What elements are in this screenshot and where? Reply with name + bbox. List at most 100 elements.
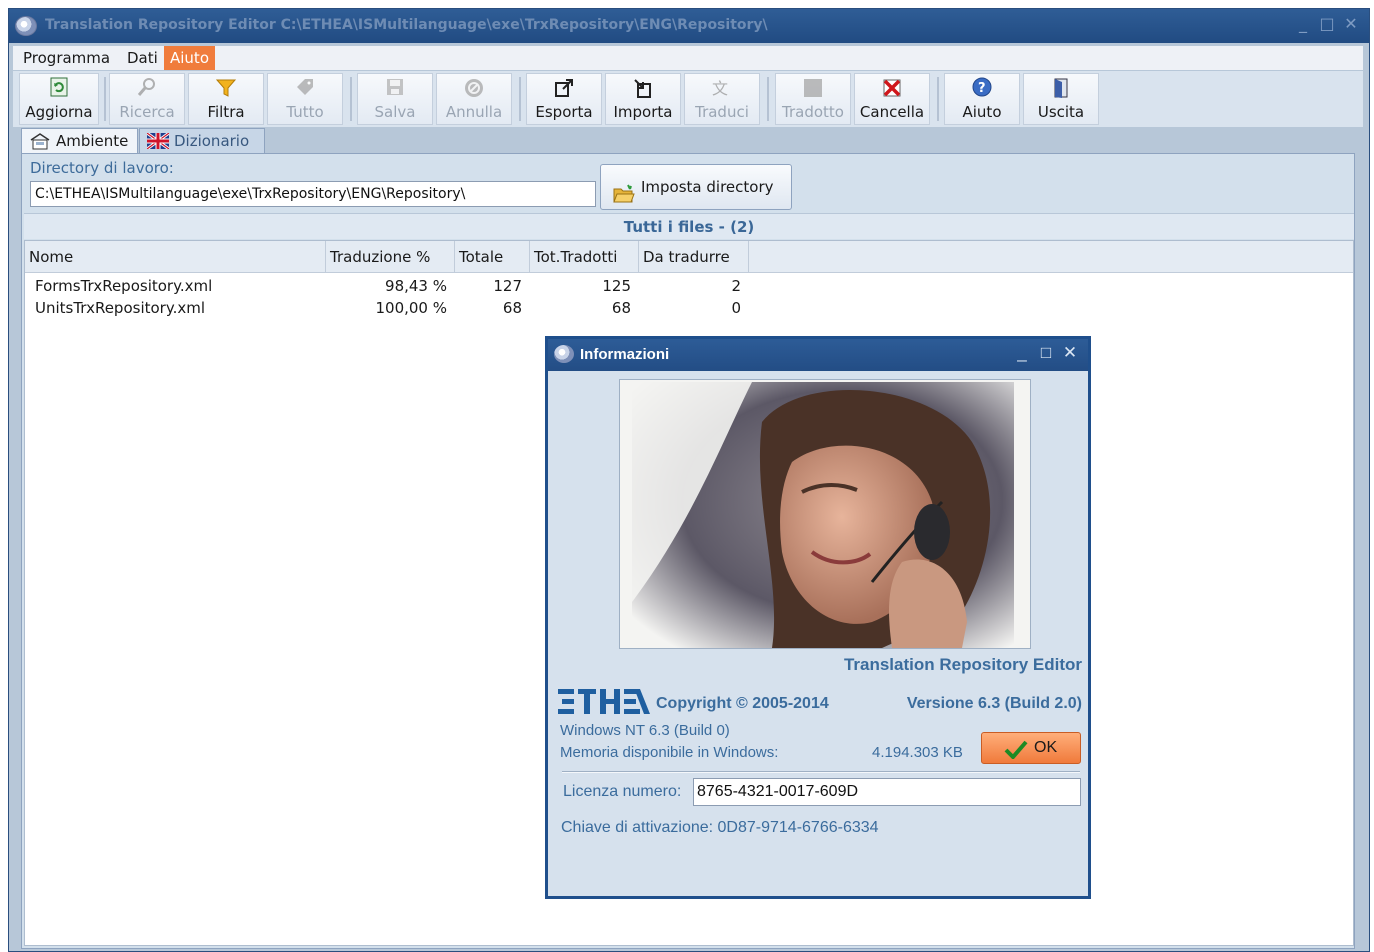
minimize-button[interactable]: _ (1295, 14, 1311, 33)
about-dialog: Informazioni _ □ ✕ Translation Repositor… (545, 336, 1091, 899)
dialog-close-button[interactable]: ✕ (1062, 343, 1078, 363)
cell-translation-percent: 100,00 % (375, 299, 447, 317)
set-directory-label: Imposta directory (641, 178, 774, 196)
tab-ambiente-label: Ambiente (56, 132, 129, 150)
app-icon (554, 345, 574, 363)
tab-ambiente[interactable]: Ambiente (21, 128, 138, 154)
search-button[interactable]: Ricerca (109, 73, 185, 125)
tab-dizionario[interactable]: Dizionario (139, 128, 265, 154)
refresh-icon (20, 77, 98, 103)
grid-header: Nome Traduzione % Totale Tot.Tradotti Da… (25, 241, 1353, 273)
license-number-field[interactable]: 8765-4321-0017-609D (693, 778, 1081, 806)
import-button[interactable]: Importa (605, 73, 681, 125)
os-info-text: Windows NT 6.3 (Build 0) (560, 722, 730, 739)
column-header-translated-total[interactable]: Tot.Tradotti (530, 241, 639, 273)
table-row[interactable]: UnitsTrxRepository.xml 100,00 % 68 68 0 (25, 297, 1353, 319)
translated-icon (776, 77, 850, 103)
menu-aiuto[interactable]: Aiuto (164, 46, 215, 70)
translated-button[interactable]: Tradotto (775, 73, 851, 125)
translate-button[interactable]: 文 Traduci (684, 73, 760, 125)
cell-total: 127 (493, 277, 522, 295)
cell-translation-percent: 98,43 % (385, 277, 447, 295)
exit-button[interactable]: Uscita (1023, 73, 1099, 125)
column-header-to-translate[interactable]: Da tradurre (639, 241, 749, 273)
filter-label: Filtra (207, 103, 245, 121)
toolbar: Aggiorna Ricerca Filtra Tutto Salva Annu… (13, 71, 1363, 127)
support-operator-photo (619, 379, 1031, 649)
separator (562, 771, 1080, 773)
ethea-logo (558, 687, 650, 720)
exit-label: Uscita (1037, 103, 1085, 121)
translate-label: Traduci (695, 103, 749, 121)
version-text: Versione 6.3 (Build 2.0) (906, 695, 1082, 712)
app-icon[interactable] (15, 16, 37, 36)
dialog-maximize-button[interactable]: □ (1038, 343, 1054, 363)
search-icon (110, 77, 184, 103)
uk-flag-icon (146, 131, 170, 151)
set-directory-button[interactable]: Imposta directory (600, 164, 792, 210)
dialog-title: Informazioni (580, 346, 670, 363)
cell-translated-total: 68 (611, 299, 631, 317)
cancel-label: Annulla (445, 103, 503, 121)
all-label: Tutto (286, 103, 324, 121)
svg-text:文: 文 (712, 79, 728, 98)
column-header-name[interactable]: Nome (25, 241, 326, 273)
dialog-title-bar[interactable]: Informazioni _ □ ✕ (548, 339, 1088, 371)
environment-icon (29, 132, 51, 150)
save-button[interactable]: Salva (357, 73, 433, 125)
menu-dati[interactable]: Dati (121, 46, 164, 70)
title-bar[interactable]: Translation Repository Editor C:\ETHEA\I… (9, 9, 1369, 43)
maximize-button[interactable]: □ (1319, 14, 1335, 33)
memory-value: 4.194.303 KB (872, 744, 963, 761)
window-title: Translation Repository Editor C:\ETHEA\I… (45, 17, 768, 33)
help-button[interactable]: ? Aiuto (944, 73, 1020, 125)
folder-open-icon (613, 177, 635, 203)
help-label: Aiuto (962, 103, 1002, 121)
import-label: Importa (613, 103, 673, 121)
filter-icon (189, 77, 263, 103)
delete-button[interactable]: Cancella (854, 73, 930, 125)
search-label: Ricerca (119, 103, 175, 121)
cell-to-translate: 0 (731, 299, 741, 317)
cancel-button[interactable]: Annulla (436, 73, 512, 125)
close-button[interactable]: ✕ (1343, 14, 1359, 33)
delete-label: Cancella (859, 103, 925, 121)
column-header-total[interactable]: Totale (455, 241, 530, 273)
menu-programma[interactable]: Programma (17, 46, 116, 70)
svg-text:?: ? (978, 81, 986, 96)
filter-button[interactable]: Filtra (188, 73, 264, 125)
cell-translated-total: 125 (602, 277, 631, 295)
ok-button[interactable]: OK (981, 732, 1081, 764)
help-icon: ? (945, 77, 1019, 103)
ok-label: OK (1034, 739, 1058, 756)
save-label: Salva (374, 103, 416, 121)
delete-icon (855, 77, 929, 103)
save-icon (358, 77, 432, 103)
working-directory-field[interactable]: C:\ETHEA\ISMultilanguage\exe\TrxReposito… (30, 181, 596, 207)
export-label: Esporta (535, 103, 593, 121)
working-directory-label: Directory di lavoro: (30, 159, 174, 177)
translated-label: Tradotto (782, 103, 844, 121)
all-button[interactable]: Tutto (267, 73, 343, 125)
product-name: Translation Repository Editor (843, 655, 1082, 674)
refresh-label: Aggiorna (25, 103, 93, 121)
exit-door-icon (1024, 77, 1098, 103)
export-button[interactable]: Esporta (526, 73, 602, 125)
menu-bar: Programma Dati Aiuto (13, 46, 1363, 70)
export-icon (527, 77, 601, 103)
translate-icon: 文 (685, 77, 759, 103)
cell-total: 68 (502, 299, 522, 317)
tag-icon (268, 77, 342, 103)
table-row[interactable]: FormsTrxRepository.xml 98,43 % 127 125 2 (25, 275, 1353, 297)
activation-key-text: Chiave di attivazione: 0D87-9714-6766-63… (561, 819, 879, 836)
tab-dizionario-label: Dizionario (174, 132, 250, 150)
cell-to-translate: 2 (731, 277, 741, 295)
dialog-minimize-button[interactable]: _ (1014, 343, 1030, 363)
license-label: Licenza numero: (563, 783, 682, 800)
checkmark-icon (1004, 739, 1028, 770)
column-header-translation-percent[interactable]: Traduzione % (326, 241, 455, 273)
refresh-button[interactable]: Aggiorna (19, 73, 99, 125)
import-icon (606, 77, 680, 103)
cell-name: FormsTrxRepository.xml (35, 277, 213, 295)
files-header: Tutti i files - (2) (24, 213, 1354, 239)
